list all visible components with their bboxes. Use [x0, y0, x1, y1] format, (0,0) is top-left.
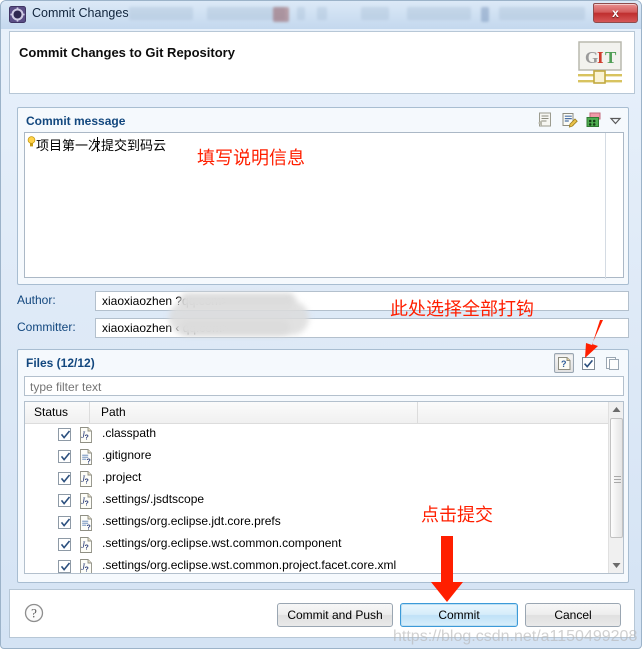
- row-path: .settings/org.eclipse.wst.common.compone…: [102, 536, 342, 550]
- title-bar[interactable]: Commit Changes x: [1, 1, 641, 29]
- vertical-scrollbar[interactable]: [608, 402, 623, 573]
- files-toolbar: ?: [554, 353, 622, 373]
- table-row[interactable]: ? .gitignore: [25, 446, 610, 468]
- background-ghost: [499, 7, 585, 20]
- svg-text:?: ?: [85, 501, 89, 508]
- filter-input[interactable]: [24, 376, 624, 396]
- text-caret: [97, 137, 98, 152]
- row-path: .settings/.jsdtscope: [102, 492, 205, 506]
- svg-text:?: ?: [85, 567, 89, 574]
- untracked-text-file-icon: ?: [79, 515, 93, 532]
- untracked-java-file-icon: J?: [79, 471, 93, 487]
- table-row[interactable]: J? .settings/org.eclipse.wst.common.proje…: [25, 556, 610, 574]
- row-checkbox[interactable]: [58, 428, 71, 441]
- row-checkbox[interactable]: [58, 538, 71, 551]
- commit-message-group: Commit message 项目第一次提交到码云: [17, 107, 629, 285]
- background-ghost: [317, 7, 327, 20]
- row-checkbox[interactable]: [58, 516, 71, 529]
- question-mark-icon[interactable]: ?: [24, 603, 44, 623]
- files-label: Files (12/12): [26, 356, 95, 370]
- redaction-blur: [169, 301, 309, 335]
- scroll-up-arrow-icon[interactable]: [609, 402, 623, 417]
- copy-button[interactable]: [602, 353, 622, 373]
- commit-and-push-button[interactable]: Commit and Push: [277, 603, 393, 627]
- svg-text:?: ?: [31, 606, 37, 621]
- column-header-path[interactable]: Path: [101, 405, 126, 419]
- author-label: Author:: [17, 293, 56, 307]
- column-divider[interactable]: [89, 402, 90, 424]
- svg-text:?: ?: [561, 359, 567, 369]
- untracked-text-file-icon: ?: [79, 449, 93, 466]
- svg-text:T: T: [605, 48, 617, 67]
- background-ghost: [407, 7, 471, 20]
- background-ghost: [273, 7, 289, 22]
- files-table: Status Path J? .classpath? .gitignore J? .pr…: [24, 401, 624, 574]
- amend-commit-icon[interactable]: [585, 112, 602, 128]
- window-title: Commit Changes: [32, 6, 129, 20]
- table-header-row: Status Path: [25, 402, 623, 424]
- row-path: .settings/org.eclipse.jdt.core.prefs: [102, 514, 281, 528]
- commit-button[interactable]: Commit: [400, 603, 518, 627]
- dialog-header: Commit Changes to Git Repository G I T: [9, 31, 635, 94]
- row-path: .project: [102, 470, 142, 484]
- untracked-java-file-icon: J?: [79, 427, 93, 443]
- show-untracked-files-icon: ?: [557, 356, 570, 370]
- svg-text:?: ?: [87, 459, 91, 466]
- files-rows: J? .classpath? .gitignore J? .project J? .sett…: [25, 424, 610, 574]
- commit-message-input[interactable]: 项目第一次提交到码云: [24, 132, 624, 279]
- files-group: Files (12/12) ? type filter text Status …: [17, 349, 629, 583]
- commit-changes-dialog: Commit Changes x Commit Changes to Git R…: [0, 0, 642, 649]
- insert-signed-off-icon[interactable]: [537, 112, 554, 128]
- svg-text:?: ?: [85, 435, 89, 442]
- row-checkbox[interactable]: [58, 450, 71, 463]
- row-path: .settings/org.eclipse.wst.common.project…: [102, 558, 397, 572]
- copy-icon: [605, 356, 619, 370]
- table-row[interactable]: ? .settings/org.eclipse.jdt.core.prefs: [25, 512, 610, 534]
- row-checkbox[interactable]: [58, 472, 71, 485]
- row-path: .classpath: [102, 426, 157, 440]
- row-checkbox[interactable]: [58, 494, 71, 507]
- scrollbar-thumb[interactable]: [610, 418, 623, 538]
- untracked-java-file-icon: J?: [79, 559, 93, 574]
- select-all-button[interactable]: [578, 353, 598, 373]
- svg-text:?: ?: [85, 479, 89, 486]
- background-ghost: [481, 7, 489, 22]
- table-row[interactable]: J? .settings/org.eclipse.wst.common.compo…: [25, 534, 610, 556]
- untracked-java-file-icon: J?: [79, 537, 93, 553]
- dialog-footer: ? Commit and Push Commit Cancel: [9, 589, 635, 638]
- committer-label: Committer:: [17, 320, 76, 334]
- column-header-status[interactable]: Status: [34, 405, 68, 419]
- committer-row: Committer: xiaoxiaozhen ‹ qq.com>: [17, 318, 629, 338]
- background-ghost: [129, 7, 193, 20]
- background-ghost: [297, 7, 305, 20]
- select-all-checkbox-icon: [581, 356, 595, 370]
- table-row[interactable]: J? .project: [25, 468, 610, 490]
- svg-text:?: ?: [87, 525, 91, 532]
- page-title: Commit Changes to Git Repository: [19, 45, 235, 60]
- quick-fix-bulb-icon: [27, 136, 36, 147]
- background-ghost: [361, 7, 389, 20]
- author-row: Author: xiaoxiaozhen ?qq.com>: [17, 291, 629, 311]
- insert-change-id-icon[interactable]: [561, 112, 578, 128]
- toolbar-menu-chevron-icon[interactable]: [609, 114, 622, 127]
- commit-message-label: Commit message: [26, 114, 126, 128]
- git-logo-icon: G I T: [578, 41, 622, 84]
- row-checkbox[interactable]: [58, 560, 71, 573]
- svg-text:?: ?: [85, 545, 89, 552]
- scroll-down-arrow-icon[interactable]: [609, 558, 623, 573]
- commit-message-value: 项目第一次提交到码云: [36, 139, 167, 154]
- table-row[interactable]: J? .classpath: [25, 424, 610, 446]
- close-button[interactable]: x: [593, 3, 638, 23]
- untracked-java-file-icon: J?: [79, 493, 93, 509]
- show-untracked-files-button[interactable]: ?: [554, 353, 574, 373]
- commit-message-toolbar: [537, 112, 622, 128]
- gear-icon: [9, 6, 26, 23]
- margin-line: [605, 133, 606, 279]
- cancel-button[interactable]: Cancel: [525, 603, 621, 627]
- table-row[interactable]: J? .settings/.jsdtscope: [25, 490, 610, 512]
- row-path: .gitignore: [102, 448, 152, 462]
- svg-text:I: I: [597, 48, 604, 67]
- column-divider[interactable]: [417, 402, 418, 424]
